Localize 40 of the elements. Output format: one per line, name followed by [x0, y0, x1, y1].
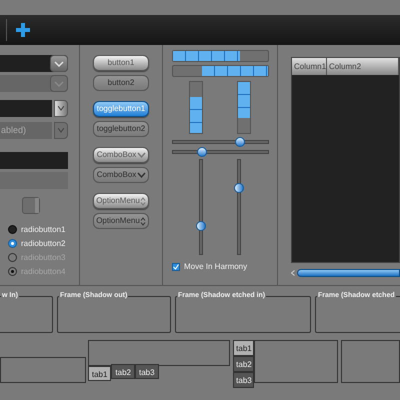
radio-label: radiobutton1 — [21, 224, 66, 236]
tab[interactable]: tab2 — [111, 364, 135, 379]
chevron-down-icon — [58, 128, 64, 133]
slider-thumb[interactable] — [234, 183, 244, 194]
checkbox-label: Move In Harmony — [184, 261, 248, 273]
combo-entry[interactable] — [0, 55, 68, 72]
option-menu[interactable]: OptionMenu — [93, 193, 149, 209]
check-icon — [173, 264, 179, 270]
column-header[interactable]: Column1 — [292, 58, 327, 75]
spin-field[interactable] — [0, 100, 52, 117]
tab[interactable]: tab2 — [233, 356, 254, 372]
chevron-down-icon — [137, 172, 146, 178]
button[interactable]: button1 — [93, 55, 149, 71]
add-button[interactable] — [16, 23, 30, 37]
radio-button[interactable] — [8, 225, 17, 234]
radio-label: radiobutton2 — [21, 238, 66, 250]
combo-box[interactable]: ComboBox — [93, 147, 149, 163]
chevron-down-icon — [58, 106, 64, 111]
column-header[interactable]: Column2 — [327, 58, 399, 75]
slider-thumb[interactable] — [234, 137, 244, 147]
spin-button[interactable] — [54, 100, 68, 117]
scrollbar-thumb[interactable] — [297, 269, 400, 277]
slider-thumb[interactable] — [196, 147, 206, 157]
plus-icon — [16, 23, 30, 37]
tab[interactable]: tab3 — [233, 372, 254, 388]
chevron-down-icon — [54, 80, 64, 86]
up-down-arrows-icon — [140, 196, 146, 206]
notebook-panel — [341, 340, 400, 383]
text-field[interactable] — [0, 152, 68, 169]
checkbox[interactable] — [172, 263, 180, 271]
tab[interactable]: tab3 — [135, 364, 159, 379]
scroll-left-icon[interactable] — [291, 270, 295, 276]
up-down-arrows-icon — [140, 216, 146, 226]
tab[interactable]: tab1 — [88, 366, 112, 381]
radio-button[interactable] — [8, 239, 17, 248]
tab[interactable]: tab1 — [233, 340, 254, 356]
chevron-down-icon — [54, 60, 64, 66]
slider-thumb[interactable] — [196, 220, 206, 231]
chevron-down-icon — [137, 152, 146, 158]
toggle-button[interactable]: togglebutton1 — [93, 101, 149, 117]
